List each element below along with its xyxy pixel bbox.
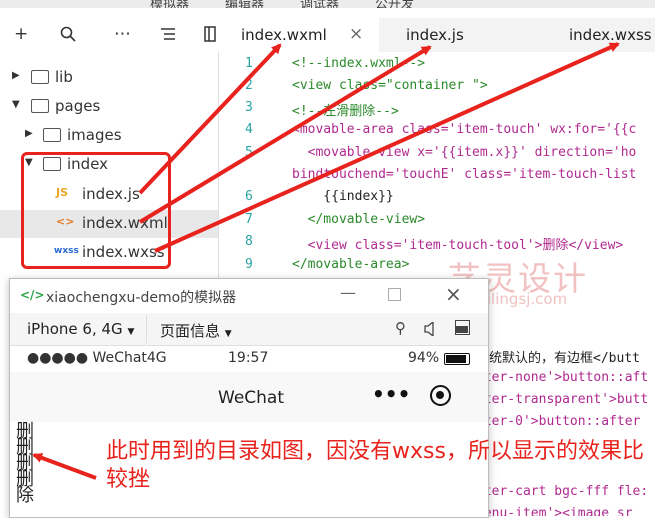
arrow-to-wxml-tab (138, 43, 282, 195)
arrow-to-js-tab (138, 45, 432, 224)
annotation-arrows (32, 42, 620, 480)
arrow-to-content (32, 453, 97, 480)
